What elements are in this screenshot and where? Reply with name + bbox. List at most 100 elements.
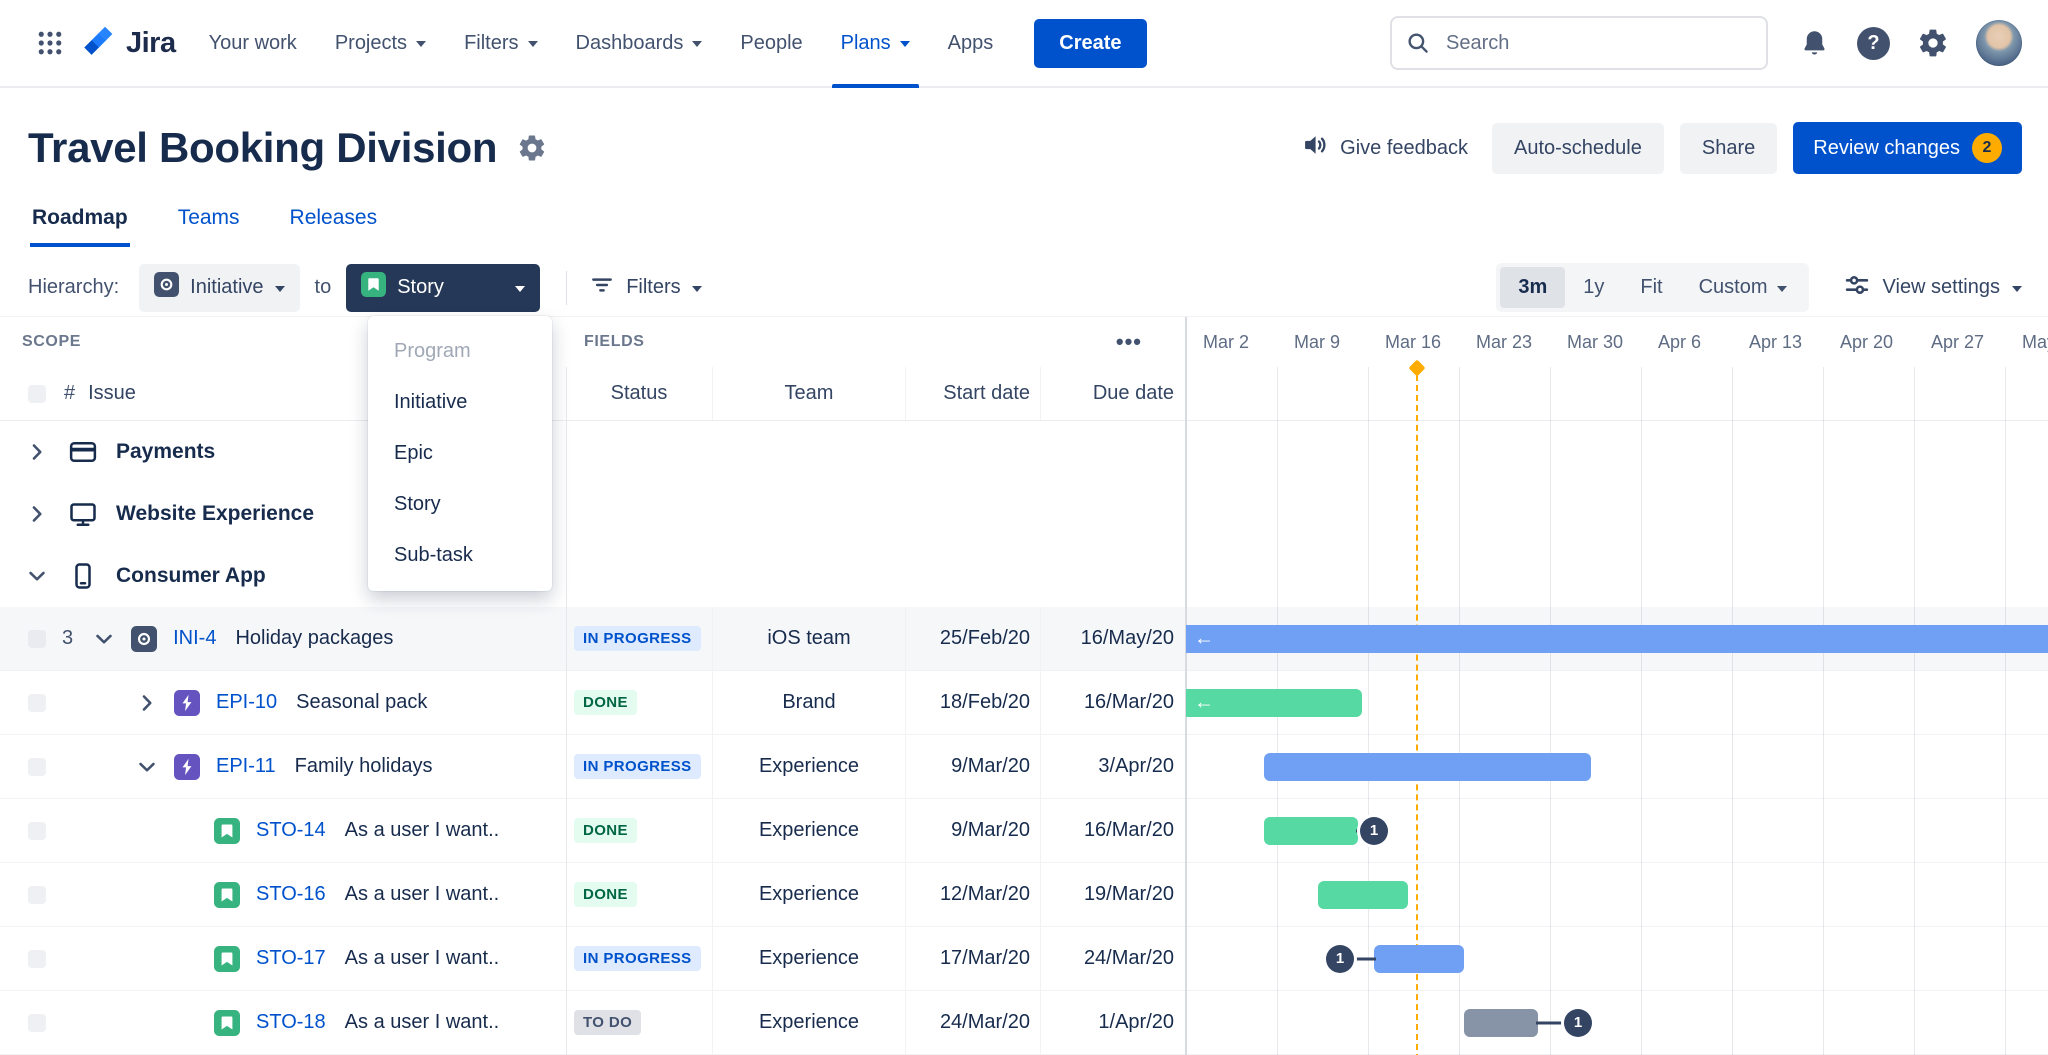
notifications-icon[interactable] — [1794, 23, 1834, 63]
issue-row-ini-4[interactable]: 3 INI-4 Holiday packages IN PROGRESS iOS… — [0, 607, 2048, 671]
hierarchy-option-story[interactable]: Story — [368, 479, 552, 530]
due-date-cell[interactable]: 16/May/20 — [1040, 607, 1186, 670]
zoom-option-1y[interactable]: 1y — [1565, 267, 1622, 308]
group-row-website-experience[interactable]: Website Experience — [0, 483, 2048, 545]
chevron-right-icon[interactable] — [24, 501, 50, 527]
hierarchy-from-dropdown[interactable]: Initiative — [139, 263, 300, 312]
team-column-header[interactable]: Team — [712, 367, 905, 420]
gantt-bar-sto-17[interactable] — [1374, 944, 1464, 973]
due-date-cell[interactable]: 16/Mar/20 — [1040, 671, 1186, 734]
give-feedback-button[interactable]: Give feedback — [1293, 119, 1476, 177]
team-cell[interactable]: Experience — [712, 991, 905, 1054]
select-all-checkbox[interactable] — [28, 384, 46, 403]
team-cell[interactable]: iOS team — [712, 607, 905, 670]
issue-key-link[interactable]: STO-17 — [256, 947, 326, 970]
start-date-column-header[interactable]: Start date — [905, 367, 1040, 420]
row-checkbox[interactable] — [28, 629, 46, 648]
status-lozenge[interactable]: IN PROGRESS — [574, 754, 701, 779]
chevron-right-icon[interactable] — [24, 439, 50, 465]
due-date-cell[interactable]: 3/Apr/20 — [1040, 735, 1186, 798]
team-cell[interactable]: Experience — [712, 863, 905, 926]
start-date-cell[interactable]: 17/Mar/20 — [905, 927, 1040, 990]
team-cell[interactable]: Experience — [712, 735, 905, 798]
share-button[interactable]: Share — [1679, 122, 1778, 174]
jira-logo[interactable]: Jira — [82, 25, 176, 61]
group-row-payments[interactable]: Payments — [0, 421, 2048, 483]
tab-releases[interactable]: Releases — [288, 202, 380, 247]
row-checkbox[interactable] — [28, 821, 46, 840]
tab-teams[interactable]: Teams — [176, 202, 242, 247]
hierarchy-option-sub-task[interactable]: Sub-task — [368, 530, 552, 581]
gantt-bar-epi-11[interactable] — [1264, 752, 1591, 781]
dependency-count-badge[interactable]: 1 — [1360, 816, 1388, 845]
nav-item-your-work[interactable]: Your work — [190, 0, 316, 86]
gantt-bar-sto-18[interactable] — [1464, 1008, 1538, 1037]
start-date-cell[interactable]: 25/Feb/20 — [905, 607, 1040, 670]
user-avatar[interactable] — [1976, 20, 2022, 66]
hierarchy-to-dropdown[interactable]: Story — [346, 263, 541, 312]
issue-row-sto-14[interactable]: STO-14 As a user I want.. DONE Experienc… — [0, 799, 2048, 863]
settings-gear-icon[interactable] — [1913, 23, 1953, 63]
chevron-down-icon[interactable] — [24, 563, 50, 589]
due-date-column-header[interactable]: Due date — [1040, 367, 1186, 420]
auto-schedule-button[interactable]: Auto-schedule — [1492, 122, 1664, 174]
gantt-bar-sto-14[interactable] — [1264, 816, 1358, 845]
help-icon[interactable]: ? — [1857, 26, 1890, 60]
issue-row-sto-18[interactable]: STO-18 As a user I want.. TO DO Experien… — [0, 991, 2048, 1055]
issue-key-link[interactable]: EPI-11 — [216, 755, 276, 778]
app-switcher-icon[interactable] — [28, 21, 72, 65]
issue-key-link[interactable]: EPI-10 — [216, 691, 277, 714]
chevron-right-icon[interactable] — [134, 690, 160, 716]
create-button[interactable]: Create — [1034, 18, 1147, 68]
issue-row-epi-10[interactable]: EPI-10 Seasonal pack DONE Brand 18/Feb/2… — [0, 671, 2048, 735]
chevron-down-icon[interactable] — [134, 754, 160, 780]
status-lozenge[interactable]: IN PROGRESS — [574, 626, 701, 651]
nav-item-apps[interactable]: Apps — [929, 0, 1013, 86]
tab-roadmap[interactable]: Roadmap — [30, 202, 130, 247]
issue-key-link[interactable]: INI-4 — [173, 627, 216, 650]
zoom-option-custom[interactable]: Custom — [1681, 267, 1805, 308]
dependency-count-badge[interactable]: 1 — [1326, 944, 1354, 973]
fields-more-button[interactable]: ••• — [1116, 329, 1142, 355]
view-settings-button[interactable]: View settings — [1843, 271, 2022, 305]
status-lozenge[interactable]: TO DO — [574, 1010, 642, 1035]
gantt-bar-ini-4[interactable]: ← — [1186, 624, 2048, 653]
status-column-header[interactable]: Status — [566, 367, 712, 420]
start-date-cell[interactable]: 18/Feb/20 — [905, 671, 1040, 734]
start-date-cell[interactable]: 12/Mar/20 — [905, 863, 1040, 926]
due-date-cell[interactable]: 24/Mar/20 — [1040, 927, 1186, 990]
gantt-bar-sto-16[interactable] — [1318, 880, 1408, 909]
row-checkbox[interactable] — [28, 1013, 46, 1032]
filters-button[interactable]: Filters — [589, 272, 702, 304]
issue-row-sto-17[interactable]: STO-17 As a user I want.. IN PROGRESS Ex… — [0, 927, 2048, 991]
chevron-down-icon[interactable] — [91, 626, 117, 652]
issue-row-epi-11[interactable]: EPI-11 Family holidays IN PROGRESS Exper… — [0, 735, 2048, 799]
zoom-option-3m[interactable]: 3m — [1500, 267, 1566, 308]
issue-key-link[interactable]: STO-14 — [256, 819, 326, 842]
zoom-option-fit[interactable]: Fit — [1622, 267, 1680, 308]
search-input[interactable] — [1390, 16, 1768, 70]
status-lozenge[interactable]: DONE — [574, 690, 637, 715]
issue-row-sto-16[interactable]: STO-16 As a user I want.. DONE Experienc… — [0, 863, 2048, 927]
dependency-count-badge[interactable]: 1 — [1564, 1008, 1592, 1037]
group-row-consumer-app[interactable]: Consumer App — [0, 545, 2048, 607]
team-cell[interactable]: Experience — [712, 799, 905, 862]
issue-key-link[interactable]: STO-18 — [256, 1011, 326, 1034]
nav-item-plans[interactable]: Plans — [822, 0, 929, 88]
team-cell[interactable]: Experience — [712, 927, 905, 990]
due-date-cell[interactable]: 16/Mar/20 — [1040, 799, 1186, 862]
start-date-cell[interactable]: 9/Mar/20 — [905, 799, 1040, 862]
nav-item-projects[interactable]: Projects — [316, 0, 445, 86]
hierarchy-option-epic[interactable]: Epic — [368, 428, 552, 479]
row-checkbox[interactable] — [28, 949, 46, 968]
hierarchy-option-initiative[interactable]: Initiative — [368, 377, 552, 428]
status-lozenge[interactable]: DONE — [574, 882, 637, 907]
nav-item-people[interactable]: People — [721, 0, 821, 86]
row-checkbox[interactable] — [28, 885, 46, 904]
row-checkbox[interactable] — [28, 693, 46, 712]
issue-key-link[interactable]: STO-16 — [256, 883, 326, 906]
due-date-cell[interactable]: 1/Apr/20 — [1040, 991, 1186, 1054]
row-checkbox[interactable] — [28, 757, 46, 776]
gantt-bar-epi-10[interactable]: ← — [1186, 688, 1362, 717]
nav-item-filters[interactable]: Filters — [445, 0, 556, 86]
